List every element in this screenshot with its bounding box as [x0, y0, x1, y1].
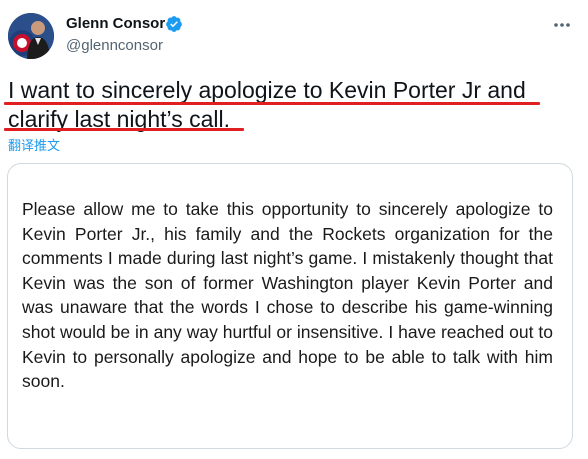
author-handle[interactable]: @glennconsor	[66, 37, 163, 54]
red-underline-marker	[4, 128, 244, 131]
verified-badge-icon	[166, 16, 182, 32]
more-options-icon[interactable]	[551, 15, 573, 35]
avatar[interactable]	[8, 13, 54, 59]
author-name[interactable]: Glenn Consor	[66, 15, 165, 32]
avatar-image	[8, 13, 54, 59]
statement-text: Please allow me to take this opportunity…	[22, 199, 553, 392]
tweet-text: I want to sincerely apologize to Kevin P…	[8, 77, 526, 132]
translate-tweet-link[interactable]: 翻译推文	[8, 135, 60, 154]
media-image-card[interactable]: Please allow me to take this opportunity…	[7, 163, 573, 449]
red-underline-marker	[4, 102, 540, 105]
